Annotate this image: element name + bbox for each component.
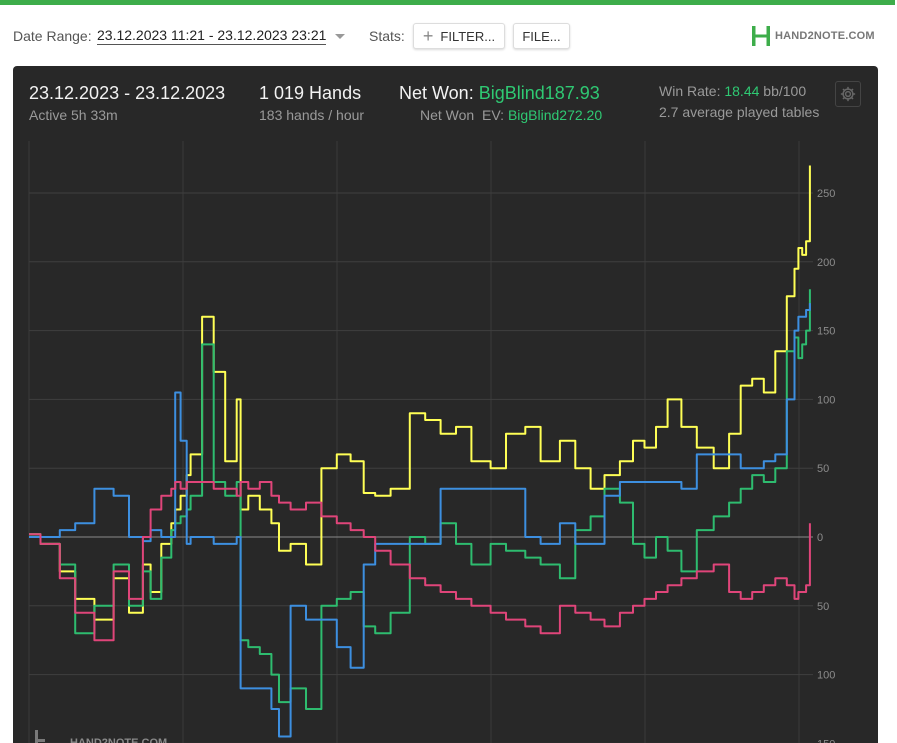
chevron-down-icon[interactable] — [335, 34, 345, 39]
filter-button[interactable]: + FILTER... — [413, 23, 505, 49]
toolbar: Date Range: 23.12.2023 11:21 - 23.12.202… — [0, 5, 895, 65]
y-tick-label: 50 — [817, 601, 829, 613]
file-button[interactable]: FILE... — [513, 23, 570, 49]
plus-icon: + — [422, 26, 434, 46]
y-tick-label: 0 — [817, 532, 823, 544]
h2n-logo-icon — [752, 26, 770, 46]
y-tick-label: 150 — [817, 738, 835, 743]
filter-button-label: FILTER... — [440, 28, 496, 44]
y-tick-label: 150 — [817, 326, 835, 338]
y-tick-label: 100 — [817, 670, 835, 682]
watermark: HAND2NOTE.COM — [35, 730, 167, 743]
y-tick-label: 250 — [817, 188, 835, 200]
date-range-label: Date Range: — [13, 28, 92, 44]
watermark-text: HAND2NOTE.COM — [70, 737, 167, 743]
file-button-label: FILE... — [522, 28, 561, 44]
hand2note-logo[interactable]: HAND2NOTE.COM — [751, 24, 875, 48]
stats-label: Stats: — [369, 28, 405, 44]
series-line-0 — [29, 165, 811, 621]
profit-chart: 250 200 150 100 50 0 50 100 150 HAND2NOTE.COM — [28, 141, 835, 743]
y-tick-label: 50 — [817, 463, 829, 475]
y-tick-label: 100 — [817, 394, 835, 406]
series-line-3 — [29, 481, 811, 642]
y-tick-label: 200 — [817, 257, 835, 269]
graph-panel: 23.12.2023 - 23.12.2023 Active 5h 33m 1 … — [13, 66, 878, 743]
date-range-dropdown[interactable]: 23.12.2023 11:21 - 23.12.2023 23:21 — [97, 27, 327, 45]
series-line-2 — [29, 303, 811, 738]
logo-text: HAND2NOTE.COM — [775, 30, 875, 42]
series-line-1 — [29, 289, 811, 710]
